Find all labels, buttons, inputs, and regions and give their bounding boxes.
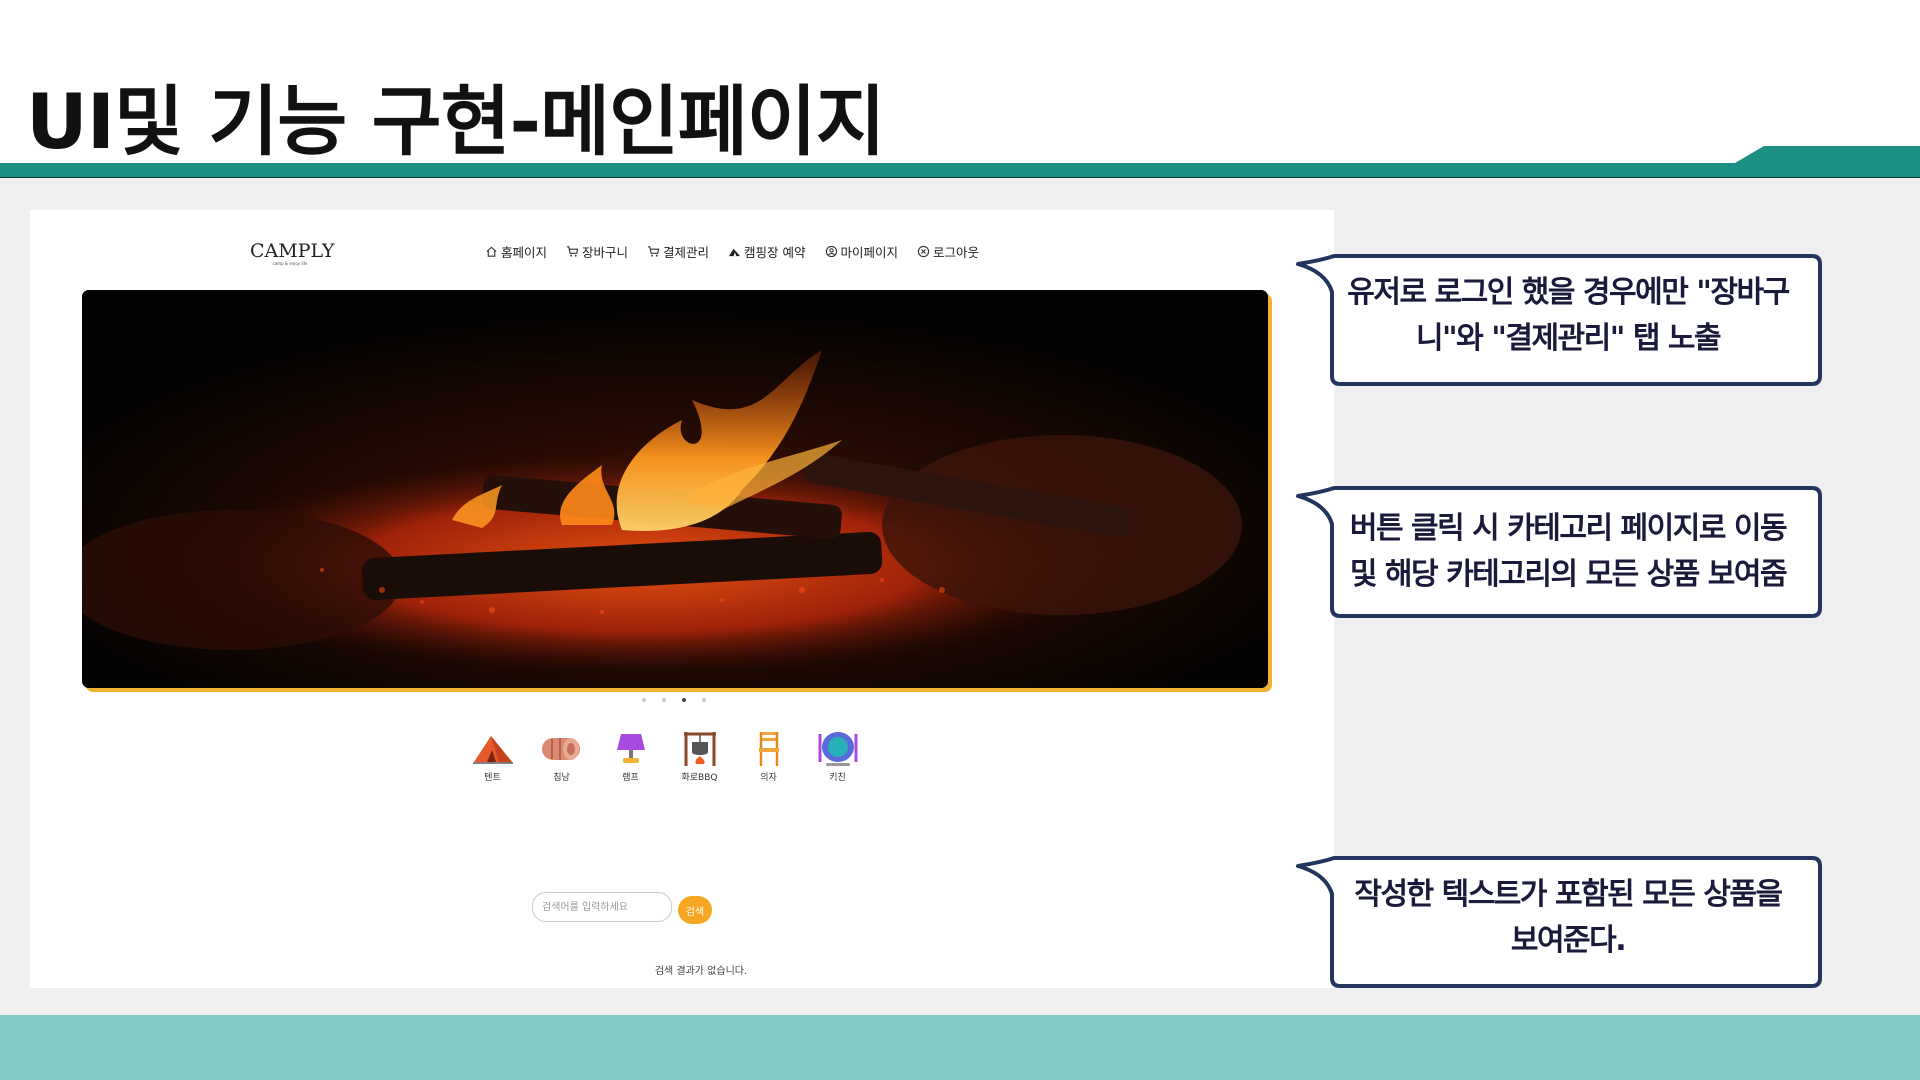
main-nav: 홈페이지 장바구니 결제관리 캠핑장 예약 마이페이지 로그아웃 bbox=[485, 242, 979, 260]
nav-item-label: 마이페이지 bbox=[840, 244, 899, 260]
nav-item-cart[interactable]: 장바구니 bbox=[566, 242, 628, 260]
app-screenshot: CAMPLY camp & enjoy life 홈페이지 장바구니 결제관리 … bbox=[30, 210, 1334, 988]
nav-item-label: 로그아웃 bbox=[933, 244, 980, 260]
cart-icon bbox=[566, 245, 579, 257]
callout-nav-visibility: 유저로 로그인 했을 경우에만 "장바구 니"와 "결제관리" 탭 노출 bbox=[1294, 250, 1824, 390]
category-button-kitchen[interactable]: 키친 bbox=[815, 728, 860, 783]
callout-line: 작성한 텍스트가 포함된 모든 상품을 bbox=[1354, 877, 1783, 912]
brand-name: CAMPLY bbox=[250, 240, 335, 262]
nav-item-payment[interactable]: 결제관리 bbox=[647, 242, 709, 260]
carousel-dot[interactable] bbox=[702, 698, 706, 702]
slide-header: UI및 기능 구현-메인페이지 bbox=[0, 0, 1920, 178]
tent-icon bbox=[472, 736, 513, 764]
nav-item-label: 장바구니 bbox=[582, 244, 629, 260]
callout-line: 유저로 로그인 했을 경우에만 "장바구 bbox=[1347, 275, 1790, 310]
carousel-dot[interactable] bbox=[642, 698, 646, 702]
callout-line: 니"와 "결제관리" 탭 노출 bbox=[1415, 321, 1722, 356]
category-button-chair[interactable]: 의자 bbox=[746, 728, 791, 783]
sleeping-bag-icon bbox=[541, 738, 580, 760]
brand-logo[interactable]: CAMPLY camp & enjoy life bbox=[250, 240, 335, 266]
nav-item-label: 결제관리 bbox=[663, 244, 710, 260]
callout-line: 버튼 클릭 시 카테고리 페이지로 이동 bbox=[1349, 511, 1788, 546]
user-circle-icon bbox=[825, 245, 837, 257]
bbq-icon bbox=[683, 732, 716, 766]
nav-item-home[interactable]: 홈페이지 bbox=[485, 242, 547, 260]
nav-item-camping-reservation[interactable]: 캠핑장 예약 bbox=[728, 242, 806, 260]
category-label: 화로BBQ bbox=[681, 773, 718, 783]
category-button-lamp[interactable]: 램프 bbox=[608, 728, 653, 783]
nav-item-label: 홈페이지 bbox=[501, 244, 548, 260]
search-button[interactable]: 검색 bbox=[678, 896, 712, 924]
category-label: 의자 bbox=[760, 773, 777, 783]
nav-item-mypage[interactable]: 마이페이지 bbox=[825, 242, 899, 260]
lamp-icon bbox=[616, 734, 645, 763]
cart-icon bbox=[647, 245, 660, 257]
bottom-band bbox=[0, 1015, 1920, 1080]
callout-category-buttons: 버튼 클릭 시 카테고리 페이지로 이동 및 해당 카테고리의 모든 상품 보여… bbox=[1294, 482, 1824, 622]
tent-icon bbox=[728, 248, 741, 256]
nav-item-label: 캠핑장 예약 bbox=[744, 244, 806, 260]
callout-line: 보여준다. bbox=[1510, 923, 1627, 958]
chair-icon bbox=[758, 732, 779, 766]
kitchen-icon bbox=[818, 732, 857, 766]
nav-item-logout[interactable]: 로그아웃 bbox=[917, 242, 979, 260]
category-button-sleeping-bag[interactable]: 침낭 bbox=[539, 728, 584, 783]
callout-search: 작성한 텍스트가 포함된 모든 상품을 보여준다. bbox=[1294, 852, 1824, 992]
carousel-indicators bbox=[642, 698, 706, 702]
category-label: 침낭 bbox=[553, 773, 570, 783]
callout-line: 및 해당 카테고리의 모든 상품 보여줌 bbox=[1349, 557, 1788, 592]
slide-title: UI및 기능 구현-메인페이지 bbox=[26, 77, 886, 166]
category-label: 텐트 bbox=[484, 773, 501, 783]
category-list: 텐트 침낭 램프 화로BBQ 의자 키친 bbox=[470, 728, 860, 783]
search-input[interactable] bbox=[532, 892, 672, 922]
hero-carousel-image[interactable] bbox=[82, 290, 1268, 688]
search-result-message: 검색 결과가 없습니다. bbox=[654, 966, 748, 977]
carousel-dot[interactable] bbox=[662, 698, 666, 702]
campfire-image bbox=[82, 290, 1268, 688]
category-label: 키친 bbox=[829, 773, 846, 783]
category-button-bbq[interactable]: 화로BBQ bbox=[677, 728, 722, 783]
category-button-tent[interactable]: 텐트 bbox=[470, 728, 515, 783]
home-icon bbox=[486, 246, 497, 257]
carousel-dot-active[interactable] bbox=[682, 698, 686, 702]
category-label: 램프 bbox=[622, 773, 639, 783]
close-circle-icon bbox=[917, 245, 930, 257]
